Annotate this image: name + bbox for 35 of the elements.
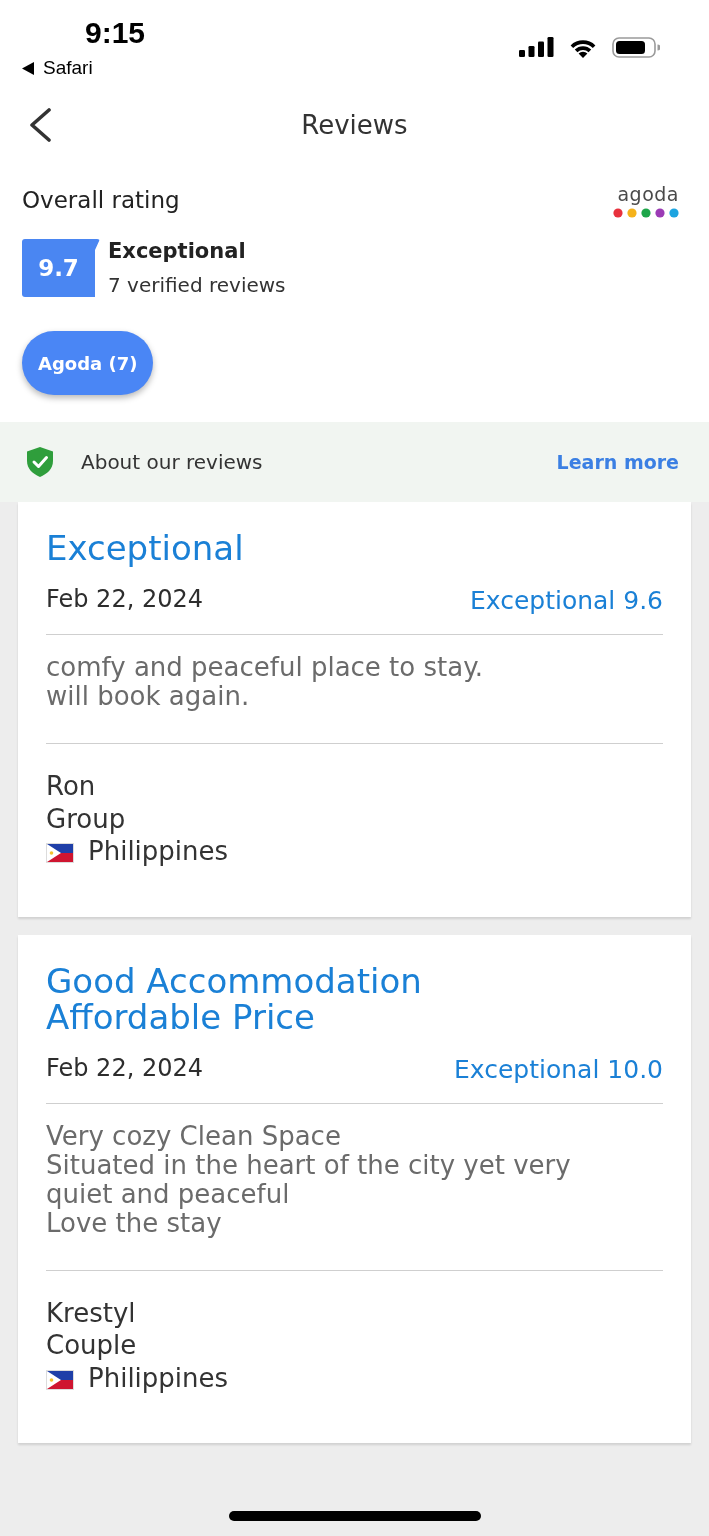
battery-icon <box>612 37 660 58</box>
review-title: Exceptional <box>46 530 245 566</box>
review-text: comfy and peaceful place to stay. will book again. <box>46 653 485 711</box>
review-date: Feb 22, 2024 <box>46 584 203 615</box>
page-title: Reviews <box>301 109 408 141</box>
review-title: Good Accommodation Affordable Price <box>46 962 423 1035</box>
chevron-left-icon <box>28 108 52 142</box>
clock-time: 9:15 <box>85 16 146 50</box>
reviewer-name: Krestyl <box>46 1296 137 1329</box>
review-score: Exceptional 10.0 <box>454 1053 663 1086</box>
wifi-icon <box>568 37 598 58</box>
score-label: Exceptional <box>108 238 247 264</box>
review-date: Feb 22, 2024 <box>46 1052 203 1084</box>
reviewer-country: Philippines <box>88 835 229 868</box>
logo-wordmark: agoda <box>617 184 679 205</box>
traveler-type: Group <box>46 802 127 835</box>
reviewer-country: Philippines <box>88 1361 229 1394</box>
shield-check-icon <box>27 447 53 477</box>
overall-rating-heading: Overall rating <box>22 186 180 214</box>
dots-icon <box>613 208 679 218</box>
back-button[interactable] <box>28 108 52 142</box>
score-badge: 9.7 <box>22 239 100 297</box>
filter-chip[interactable]: Agoda (7) <box>22 331 154 395</box>
review-text: Very cozy Clean Space Situated in the heart of the city yet very quiet and peaceful Love the stay <box>46 1121 572 1238</box>
learn-more-link[interactable]: Learn more <box>556 451 679 473</box>
signal-icon <box>519 37 554 57</box>
triangle-icon <box>22 61 34 75</box>
traveler-type: Couple <box>46 1329 138 1362</box>
flag-icon <box>46 1369 74 1390</box>
review-count: 7 verified reviews <box>108 272 286 298</box>
banner-text: About our reviews <box>81 450 264 474</box>
back-to-app-link[interactable]: Safari <box>22 57 93 79</box>
reviewer-name: Ron <box>46 770 97 803</box>
review-score: Exceptional 9.6 <box>470 585 663 617</box>
flag-icon <box>46 843 74 864</box>
